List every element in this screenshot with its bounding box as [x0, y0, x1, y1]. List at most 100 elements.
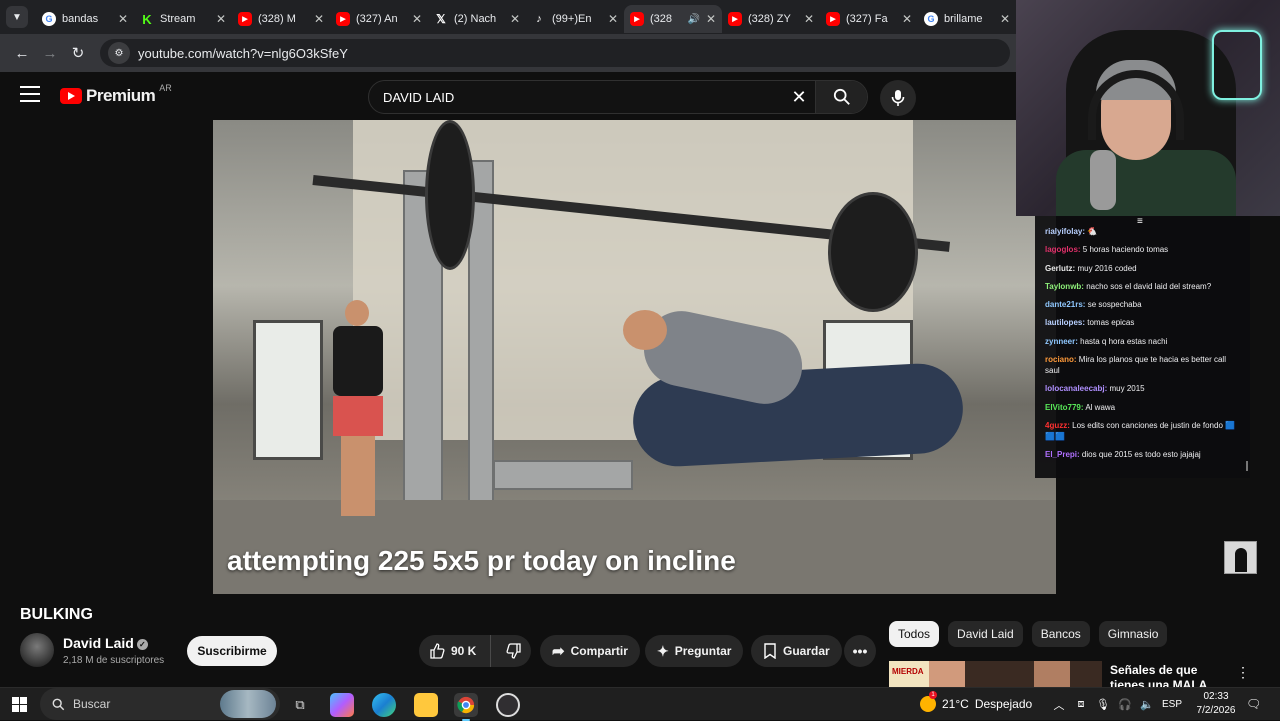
audio-playing-icon[interactable]: 🔊 [687, 14, 699, 25]
bookmark-icon [764, 643, 776, 659]
recommended-title[interactable]: Señales de que tienes una MALA GENÉTIC [1110, 663, 1232, 687]
close-tab-icon[interactable]: ✕ [314, 12, 324, 26]
forward-icon[interactable]: → [36, 39, 64, 67]
close-tab-icon[interactable]: ✕ [902, 12, 912, 26]
dislike-button[interactable] [497, 643, 531, 659]
clear-search-icon[interactable]: ✕ [783, 87, 815, 108]
close-tab-icon[interactable]: ✕ [1000, 12, 1010, 26]
chat-username[interactable]: Taylonwb: [1045, 282, 1084, 291]
weather-widget[interactable]: 1 21°C Despejado [920, 691, 1032, 712]
browser-tab[interactable]: ▶ (327) An ✕ [330, 5, 428, 33]
chat-username[interactable]: ElVito779: [1045, 403, 1084, 412]
browser-tab[interactable]: ♪ (99+)En ✕ [526, 5, 624, 33]
chat-message: rociano: Mira los planos que te hacia es… [1045, 354, 1242, 376]
language-indicator[interactable]: ESP [1162, 699, 1182, 710]
edge-icon[interactable] [372, 693, 396, 717]
chip-bancos[interactable]: Bancos [1031, 621, 1090, 647]
video-weight-plate [425, 120, 475, 270]
close-tab-icon[interactable]: ✕ [706, 12, 716, 26]
ask-button[interactable]: ✦ Preguntar [645, 635, 744, 667]
reload-icon[interactable]: ↻ [64, 39, 92, 67]
subscriber-count: 2,18 M de suscriptores [63, 655, 165, 666]
browser-tab[interactable]: ▶ (328) ZY ✕ [722, 5, 820, 33]
chrome-icon[interactable] [454, 693, 478, 721]
site-info-icon[interactable]: ⚙ [108, 42, 130, 64]
share-button[interactable]: ➦ Compartir [540, 635, 640, 667]
chat-username[interactable]: Gerlutz: [1045, 264, 1075, 273]
chat-collapse-icon[interactable]: ≡ [1137, 216, 1143, 227]
neon-sign [1212, 30, 1262, 100]
chat-username[interactable]: lautilopes: [1045, 318, 1085, 327]
share-icon: ➦ [552, 643, 565, 660]
chat-message: rialyifolay: 🐔 [1045, 226, 1242, 237]
browser-tab[interactable]: G bandas ✕ [36, 5, 134, 33]
thumbs-down-icon [506, 643, 521, 659]
tab-search-button[interactable]: ▼ [6, 6, 28, 28]
search-input[interactable]: DAVID LAID [369, 90, 783, 105]
chip-gimnasio[interactable]: Gimnasio [1098, 621, 1168, 647]
copilot-icon[interactable] [330, 693, 354, 717]
close-tab-icon[interactable]: ✕ [118, 12, 128, 26]
search-icon [833, 88, 850, 105]
more-actions-button[interactable]: ••• [844, 635, 876, 667]
obs-icon[interactable] [496, 693, 520, 717]
chat-scrollbar[interactable] [1246, 461, 1248, 471]
close-tab-icon[interactable]: ✕ [510, 12, 520, 26]
task-view-icon[interactable]: ⧉ [288, 693, 312, 717]
chat-username[interactable]: lagoglos: [1045, 245, 1081, 254]
recommended-thumbnail[interactable]: MIERDA [889, 661, 1102, 687]
chip-david-laid[interactable]: David Laid [948, 621, 1023, 647]
microphone-tray-icon[interactable]: 🎙 [1096, 698, 1110, 711]
close-tab-icon[interactable]: ✕ [216, 12, 226, 26]
like-button[interactable]: 90 K [419, 635, 492, 667]
tray-app-icon[interactable]: ⧈ [1074, 698, 1088, 711]
channel-avatar[interactable] [20, 633, 54, 667]
audio-device-icon[interactable]: 🎧 [1118, 698, 1132, 711]
browser-tab-active[interactable]: ▶ (328 🔊 ✕ [624, 5, 722, 33]
url-text: youtube.com/watch?v=nlg6O3kSfeY [138, 45, 348, 61]
browser-tab[interactable]: ▶ (328) M ✕ [232, 5, 330, 33]
chat-username[interactable]: rociano: [1045, 355, 1077, 364]
close-tab-icon[interactable]: ✕ [412, 12, 422, 26]
google-icon: G [924, 12, 938, 26]
close-tab-icon[interactable]: ✕ [804, 12, 814, 26]
youtube-icon: ▶ [826, 12, 840, 26]
subscribe-button[interactable]: Suscribirme [187, 636, 277, 666]
chat-username[interactable]: El_Prepi: [1045, 450, 1080, 459]
chat-username[interactable]: 4guzz: [1045, 421, 1070, 430]
file-explorer-icon[interactable] [414, 693, 438, 717]
chip-todos[interactable]: Todos [889, 621, 940, 647]
youtube-logo[interactable]: Premium AR [60, 83, 172, 106]
tiktok-icon: ♪ [536, 13, 542, 25]
chat-message: Gerlutz: muy 2016 coded [1045, 263, 1242, 274]
browser-tab[interactable]: K Stream ✕ [134, 5, 232, 33]
chat-username[interactable]: dante21rs: [1045, 300, 1085, 309]
search-button[interactable] [815, 81, 867, 113]
chat-text: hasta q hora estas nachi [1080, 336, 1168, 346]
channel-name[interactable]: David Laid ✓ [63, 635, 148, 651]
video-player[interactable]: attempting 225 5x5 pr today on incline [213, 120, 1056, 594]
chat-username[interactable]: zynneer: [1045, 337, 1078, 346]
chat-username[interactable]: rialyifolay: [1045, 227, 1085, 236]
chevron-up-icon[interactable]: ︿ [1052, 697, 1066, 713]
voice-search-button[interactable] [880, 80, 916, 116]
browser-tab[interactable]: G brillame ✕ [918, 5, 1016, 33]
browser-tab[interactable]: ▶ (327) Fa ✕ [820, 5, 918, 33]
notification-icon[interactable]: 🗨 [1246, 697, 1261, 711]
browser-tab[interactable]: 𝕏 (2) Nach ✕ [428, 5, 526, 33]
url-field[interactable]: ⚙ youtube.com/watch?v=nlg6O3kSfeY [100, 39, 1010, 67]
back-icon[interactable]: ← [8, 39, 36, 67]
kick-icon: K [140, 12, 154, 27]
video-title: BULKING [20, 606, 93, 623]
save-button[interactable]: Guardar [751, 635, 842, 667]
clock[interactable]: 02:33 7/2/2026 [1186, 690, 1246, 718]
taskbar-search[interactable]: Buscar [40, 688, 280, 720]
windows-start-icon[interactable] [12, 697, 27, 712]
hamburger-menu-icon[interactable] [20, 86, 40, 106]
close-tab-icon[interactable]: ✕ [608, 12, 618, 26]
video-lifter [603, 304, 966, 530]
mini-thumbnail[interactable] [1224, 541, 1257, 574]
chat-username[interactable]: lolocanaleecabj: [1045, 384, 1107, 393]
volume-icon[interactable]: 🔈 [1140, 698, 1154, 711]
recommended-menu-icon[interactable]: ⋮ [1236, 664, 1250, 681]
